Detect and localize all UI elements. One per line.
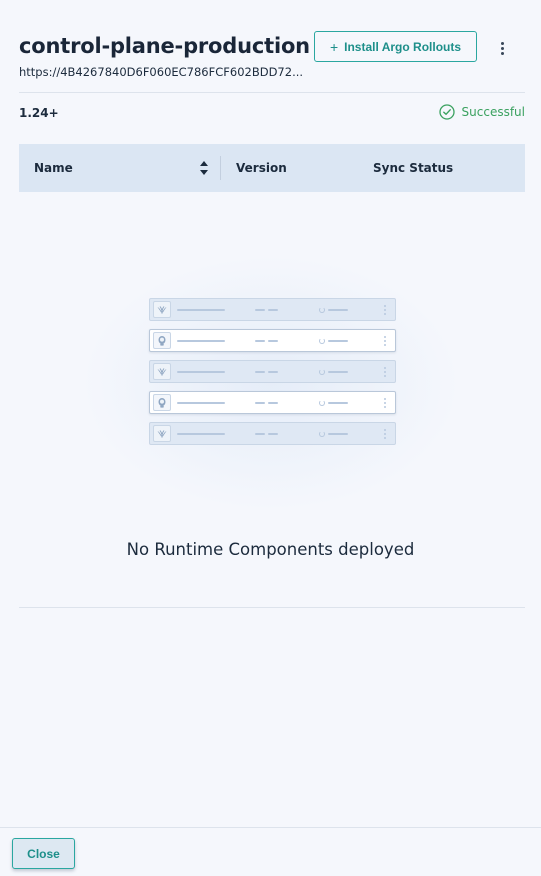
placeholder-bar bbox=[328, 433, 348, 435]
placeholder-bar bbox=[177, 340, 225, 342]
placeholder-bar bbox=[328, 340, 348, 342]
install-argo-rollouts-button[interactable]: + Install Argo Rollouts bbox=[314, 31, 477, 62]
placeholder-bar bbox=[255, 340, 265, 342]
status-badge: Successful bbox=[438, 104, 525, 120]
illustration-row bbox=[149, 422, 396, 445]
row-kebab-icon bbox=[384, 305, 386, 315]
column-header-sync-status: Sync Status bbox=[373, 161, 454, 175]
placeholder-bar bbox=[255, 402, 265, 404]
version-status-row: 1.24+ Successful bbox=[19, 104, 525, 122]
sync-spinner-icon bbox=[319, 369, 325, 375]
sync-spinner-icon bbox=[319, 400, 325, 406]
column-header-name[interactable]: Name bbox=[34, 161, 73, 175]
empty-state-message: No Runtime Components deployed bbox=[126, 540, 415, 559]
check-circle-icon bbox=[438, 104, 455, 120]
argo-cd-logo-icon bbox=[153, 394, 171, 411]
illustration-glow bbox=[86, 258, 456, 508]
argo-rollouts-logo-icon bbox=[153, 363, 171, 380]
placeholder-bar bbox=[328, 402, 348, 404]
placeholder-bar bbox=[268, 371, 278, 373]
argo-cd-logo-icon bbox=[153, 332, 171, 349]
sort-icon[interactable] bbox=[199, 160, 209, 176]
plus-icon: + bbox=[329, 38, 339, 55]
install-argo-rollouts-label: Install Argo Rollouts bbox=[344, 39, 462, 54]
drawer-footer: Close bbox=[0, 827, 541, 876]
empty-state-illustration bbox=[86, 258, 456, 508]
cluster-url: https://4B4267840D6F060EC786FCF602BDD72.… bbox=[19, 65, 304, 79]
argo-rollouts-logo-icon bbox=[153, 301, 171, 318]
sync-spinner-icon bbox=[319, 338, 325, 344]
placeholder-bar bbox=[255, 371, 265, 373]
sync-spinner-icon bbox=[319, 307, 325, 313]
illustration-row bbox=[149, 298, 396, 321]
placeholder-bar bbox=[328, 309, 348, 311]
content-divider bbox=[19, 607, 525, 608]
row-kebab-icon bbox=[384, 398, 386, 408]
row-kebab-icon bbox=[384, 367, 386, 377]
cluster-title: control-plane-production ... bbox=[19, 34, 309, 58]
illustration-row bbox=[149, 360, 396, 383]
runtime-drawer: control-plane-production ... https://4B4… bbox=[0, 0, 541, 876]
row-kebab-icon bbox=[384, 429, 386, 439]
placeholder-bar bbox=[177, 371, 225, 373]
k8s-version: 1.24+ bbox=[19, 106, 59, 120]
illustration-row bbox=[149, 391, 396, 414]
placeholder-bar bbox=[255, 433, 265, 435]
illustration-row bbox=[149, 329, 396, 352]
row-kebab-icon bbox=[384, 336, 386, 346]
placeholder-bar bbox=[177, 402, 225, 404]
placeholder-bar bbox=[177, 309, 225, 311]
placeholder-bar bbox=[268, 402, 278, 404]
placeholder-bar bbox=[268, 309, 278, 311]
drawer-header: control-plane-production ... https://4B4… bbox=[19, 31, 525, 80]
column-header-version: Version bbox=[236, 161, 287, 175]
sync-spinner-icon bbox=[319, 431, 325, 437]
components-table-header: Name Version Sync Status bbox=[19, 144, 525, 192]
kebab-menu-icon[interactable] bbox=[495, 38, 509, 58]
placeholder-bar bbox=[177, 433, 225, 435]
close-button[interactable]: Close bbox=[12, 838, 75, 869]
status-label: Successful bbox=[461, 105, 525, 119]
placeholder-bar bbox=[255, 309, 265, 311]
placeholder-bar bbox=[268, 340, 278, 342]
column-separator bbox=[220, 156, 221, 180]
placeholder-bar bbox=[328, 371, 348, 373]
header-divider bbox=[19, 92, 525, 93]
argo-rollouts-logo-icon bbox=[153, 425, 171, 442]
placeholder-bar bbox=[268, 433, 278, 435]
